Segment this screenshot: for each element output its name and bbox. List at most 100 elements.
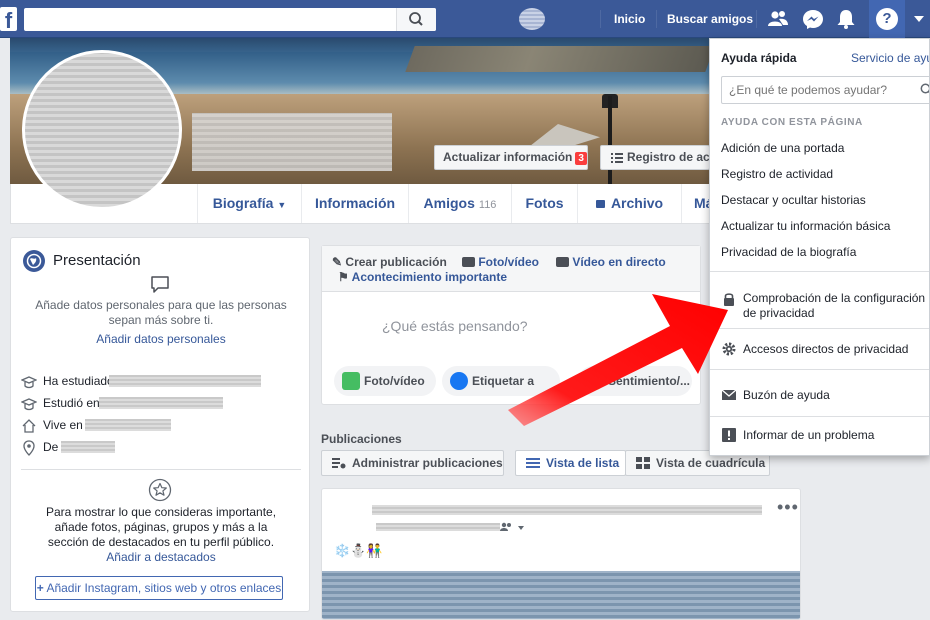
- envelope-icon: [721, 389, 737, 400]
- privacy-checkup-item[interactable]: Comprobación de la configuración de priv…: [743, 291, 929, 321]
- post-emoji-text: ❄️⛄👫: [334, 543, 383, 558]
- pill-photo-video[interactable]: Foto/vídeo: [334, 366, 436, 396]
- activity-log-button[interactable]: Registro de act: [600, 145, 710, 170]
- nav-separator: [756, 10, 757, 28]
- help-search-input[interactable]: [722, 77, 918, 103]
- post-options-icon[interactable]: •••: [777, 497, 799, 518]
- list-view-button[interactable]: Vista de lista: [515, 450, 626, 476]
- tab-archivo-label: Archivo: [610, 195, 664, 211]
- profile-picture[interactable]: [22, 50, 182, 210]
- tab-informacion[interactable]: Información: [301, 184, 408, 223]
- lock-icon: [724, 293, 734, 306]
- search-input[interactable]: [24, 8, 396, 31]
- grid-view-icon: [636, 457, 650, 469]
- home-icon: [22, 418, 36, 433]
- intro-studied-label: Ha estudiado: [43, 374, 114, 388]
- blurred-post-author: [372, 505, 762, 515]
- live-video-tab[interactable]: Vídeo en directo: [556, 255, 666, 269]
- add-featured-link[interactable]: Añadir a destacados: [21, 550, 301, 565]
- intro-from-label: De: [43, 440, 59, 454]
- intro-studied-at-label: Estudió en: [43, 396, 100, 410]
- help-section-heading: AYUDA CON ESTA PÁGINA: [721, 117, 863, 128]
- update-info-button[interactable]: Actualizar información 3: [434, 145, 588, 170]
- create-post-label: Crear publicación: [345, 255, 447, 269]
- list-icon: [611, 153, 623, 163]
- tab-biografia[interactable]: Biografía ▼: [197, 184, 301, 223]
- support-inbox-item[interactable]: Buzón de ayuda: [743, 388, 929, 403]
- search-button[interactable]: [396, 8, 436, 31]
- add-personal-details-link[interactable]: Añadir datos personales: [21, 332, 301, 347]
- top-bar: f Inicio Buscar amigos ?: [0, 0, 930, 38]
- tag-person-icon: [450, 372, 468, 390]
- tab-fotos[interactable]: Fotos: [511, 184, 577, 223]
- friend-requests-icon[interactable]: [767, 9, 789, 29]
- user-avatar[interactable]: [519, 8, 545, 30]
- manage-posts-button[interactable]: Administrar publicaciones: [321, 450, 504, 476]
- gear-icon: [722, 342, 736, 356]
- help-search-box[interactable]: [721, 76, 929, 104]
- help-divider: [710, 369, 929, 370]
- intro-row-studied: Ha estudiado: [21, 372, 114, 390]
- help-link-timeline-privacy[interactable]: Privacidad de la biografía: [721, 245, 856, 259]
- profile-name-blurred: [192, 113, 392, 171]
- account-menu-chevron-down-icon[interactable]: [914, 16, 924, 22]
- life-event-tab[interactable]: ⚑ Acontecimiento importante: [338, 270, 507, 284]
- intro-prompt: Añade datos personales para que las pers…: [35, 298, 287, 327]
- star-icon: [148, 478, 172, 502]
- manage-settings-icon: [332, 458, 346, 469]
- speech-bubble-icon: [151, 276, 169, 293]
- activity-log-label: Registro de act: [627, 150, 710, 164]
- camera-icon: [462, 257, 475, 267]
- add-links-button[interactable]: + Añadir Instagram, sitios web y otros e…: [35, 576, 283, 600]
- friends-count: 116: [478, 199, 497, 211]
- pill-feeling[interactable]: Sentimiento/...: [578, 366, 692, 396]
- photo-video-label: Foto/vídeo: [478, 255, 540, 269]
- nav-home[interactable]: Inicio: [614, 12, 645, 26]
- pencil-icon: ✎: [332, 255, 343, 269]
- blurred-post-date: [376, 523, 500, 531]
- help-link-update-basic-info[interactable]: Actualizar tu información básica: [721, 219, 890, 233]
- pill-feeling-label: Sentimiento/...: [608, 374, 691, 388]
- nav-find-friends[interactable]: Buscar amigos: [667, 12, 753, 26]
- help-question-icon[interactable]: ?: [876, 8, 898, 30]
- help-divider: [710, 328, 929, 329]
- privacy-shortcuts-item[interactable]: Accesos directos de privacidad: [743, 342, 929, 357]
- help-link-highlight-stories[interactable]: Destacar y ocultar historias: [721, 193, 866, 207]
- list-view-label: Vista de lista: [546, 456, 620, 470]
- create-post-tab[interactable]: ✎ Crear publicación: [332, 255, 447, 269]
- photo-icon: [342, 372, 360, 390]
- blurred-school: [99, 397, 223, 409]
- tab-archivo[interactable]: Archivo: [577, 184, 681, 223]
- search-icon: [920, 83, 929, 94]
- post-card: ••• ❄️⛄👫: [321, 488, 801, 620]
- tab-amigos[interactable]: Amigos 116: [408, 184, 511, 223]
- help-link-add-cover[interactable]: Adición de una portada: [721, 141, 844, 155]
- plus-icon: +: [36, 581, 44, 595]
- messenger-icon[interactable]: [802, 9, 824, 29]
- manage-posts-label: Administrar publicaciones: [352, 456, 503, 470]
- tab-amigos-label: Amigos: [423, 195, 475, 211]
- help-center-link[interactable]: Servicio de ayuda: [851, 51, 929, 65]
- search-box[interactable]: [24, 8, 436, 31]
- posts-section-title: Publicaciones: [321, 432, 402, 446]
- pill-photo-video-label: Foto/vídeo: [364, 374, 425, 388]
- post-image-blurred[interactable]: [322, 571, 800, 619]
- tab-biografia-label: Biografía: [212, 195, 274, 211]
- intro-divider: [21, 469, 301, 470]
- pill-tag-friends[interactable]: Etiquetar a: [442, 366, 560, 396]
- help-link-activity-log[interactable]: Registro de actividad: [721, 167, 833, 181]
- facebook-logo[interactable]: f: [0, 7, 17, 31]
- intro-lives-in-label: Vive en: [43, 418, 83, 432]
- composer-text-input[interactable]: ¿Qué estás pensando?: [382, 318, 528, 334]
- report-problem-item[interactable]: Informar de un problema: [743, 428, 929, 443]
- cover-lamp-post: [608, 96, 612, 184]
- audience-friends-icon[interactable]: [500, 522, 524, 532]
- intro-row-lives-in: Vive en: [21, 416, 83, 434]
- intro-row-from: De: [21, 438, 58, 456]
- quick-help-panel: Ayuda rápida Servicio de ayuda AYUDA CON…: [709, 38, 930, 456]
- tab-mas[interactable]: Más: [681, 184, 711, 223]
- search-icon: [409, 12, 423, 26]
- update-info-count-badge: 3: [575, 152, 587, 165]
- notifications-bell-icon[interactable]: [835, 9, 857, 29]
- photo-video-tab[interactable]: Foto/vídeo: [462, 255, 539, 269]
